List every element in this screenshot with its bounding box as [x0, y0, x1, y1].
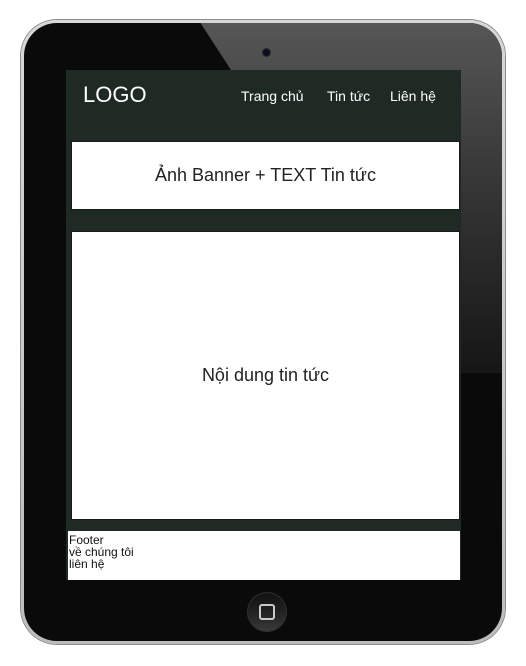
- logo[interactable]: LOGO: [83, 82, 147, 108]
- content-text: Nội dung tin tức: [201, 365, 330, 385]
- site-header: LOGO Trang chủ Tin tức Liên hệ: [66, 70, 461, 138]
- banner-placeholder: Ảnh Banner + TEXT Tin tức: [71, 141, 460, 210]
- front-camera-icon: [263, 49, 270, 56]
- home-square-icon: [259, 604, 275, 620]
- banner-text: Ảnh Banner + TEXT Tin tức: [154, 165, 376, 185]
- home-button[interactable]: [247, 592, 287, 632]
- site-footer: Footer về chúng tôi liên hệ: [68, 531, 460, 580]
- nav-news-link[interactable]: Tin tức: [327, 87, 370, 105]
- tablet-screen: LOGO Trang chủ Tin tức Liên hệ Ảnh Banne…: [66, 70, 461, 580]
- footer-about-link[interactable]: về chúng tôi: [69, 546, 460, 558]
- footer-contact-link[interactable]: liên hệ: [69, 558, 460, 570]
- nav-contact-link[interactable]: Liên hệ: [390, 87, 436, 105]
- news-content-placeholder: Nội dung tin tức: [71, 231, 460, 520]
- nav-home-link[interactable]: Trang chủ: [241, 87, 304, 105]
